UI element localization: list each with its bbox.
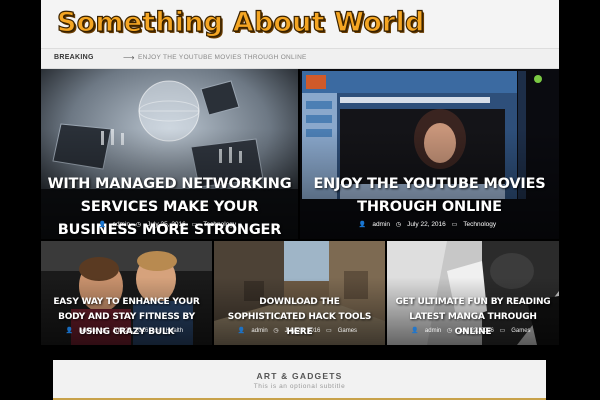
post-date: July 22, 2016: [112, 328, 149, 334]
site-title[interactable]: Something About World: [56, 3, 425, 43]
user-icon: 👤: [237, 328, 246, 334]
post-tile-1[interactable]: Easy Way To Enhance Your Body And Stay F…: [41, 241, 212, 345]
user-icon: 👤: [358, 222, 367, 228]
section-subtitle: This is an optional subtitle: [253, 383, 346, 390]
post-date: July 25, 2016: [147, 221, 186, 228]
user-icon: 👤: [98, 222, 107, 228]
folder-icon: ▭: [451, 222, 458, 228]
folder-icon: ▭: [499, 328, 506, 334]
post-meta: 👤 admin ◷ July 22, 2016 ▭ Health: [41, 327, 212, 334]
featured-post-1[interactable]: With Managed Networking Services Make Yo…: [41, 69, 298, 239]
breaking-label: BREAKING: [54, 54, 94, 61]
clock-icon: ◷: [273, 328, 279, 334]
post-date: July 22, 2016: [407, 221, 446, 228]
post-category[interactable]: Health: [166, 328, 183, 334]
post-category[interactable]: Technology: [463, 221, 496, 228]
post-author[interactable]: admin: [112, 221, 130, 228]
clock-icon: ◷: [446, 328, 453, 334]
post-author[interactable]: admin: [251, 328, 267, 334]
featured-post-2[interactable]: Enjoy The Youtube Movies Through Online …: [300, 69, 559, 239]
post-category[interactable]: Technology: [203, 221, 236, 228]
clock-icon: ◷: [135, 222, 142, 228]
post-author[interactable]: admin: [425, 328, 441, 334]
folder-icon: ▭: [191, 222, 198, 228]
user-icon: 👤: [411, 328, 419, 334]
post-category[interactable]: Games: [338, 328, 357, 334]
post-meta: 👤 admin ◷ July 22, 2016 ▭ Games: [387, 327, 559, 334]
post-meta: 👤 admin ◷ July 25, 2016 ▭ Technology: [41, 221, 298, 228]
arrow-right-icon: ⟶: [123, 53, 135, 62]
breaking-headline-link[interactable]: ENJOY THE YOUTUBE MOVIES THROUGH ONLINE: [138, 54, 307, 61]
post-meta: 👤 admin ◷ July 22, 2016 ▭ Games: [214, 327, 385, 334]
site-header: Something About World: [41, 0, 559, 48]
post-date: July 22, 2016: [284, 328, 321, 334]
post-tile-3[interactable]: Get Ultimate Fun By Reading Latest Manga…: [387, 241, 559, 345]
post-author[interactable]: admin: [372, 221, 390, 228]
featured-title[interactable]: With Managed Networking Services Make Yo…: [47, 173, 292, 239]
post-date: July 22, 2016: [458, 328, 494, 334]
post-author[interactable]: admin: [79, 328, 95, 334]
folder-icon: ▭: [326, 328, 332, 334]
featured-title[interactable]: Enjoy The Youtube Movies Through Online: [306, 173, 553, 219]
clock-icon: ◷: [395, 222, 402, 228]
user-icon: 👤: [65, 328, 74, 334]
post-meta: 👤 admin ◷ July 22, 2016 ▭ Technology: [300, 221, 559, 228]
folder-icon: ▭: [154, 328, 160, 334]
post-category[interactable]: Games: [511, 328, 530, 334]
post-tile-2[interactable]: Download The Sophisticated Hack Tools He…: [214, 241, 385, 345]
breaking-news-bar: BREAKING ⟶ ENJOY THE YOUTUBE MOVIES THRO…: [41, 48, 559, 69]
section-title: ART & GADGETS: [256, 371, 343, 381]
clock-icon: ◷: [101, 328, 107, 334]
section-heading: ART & GADGETS This is an optional subtit…: [53, 360, 546, 400]
